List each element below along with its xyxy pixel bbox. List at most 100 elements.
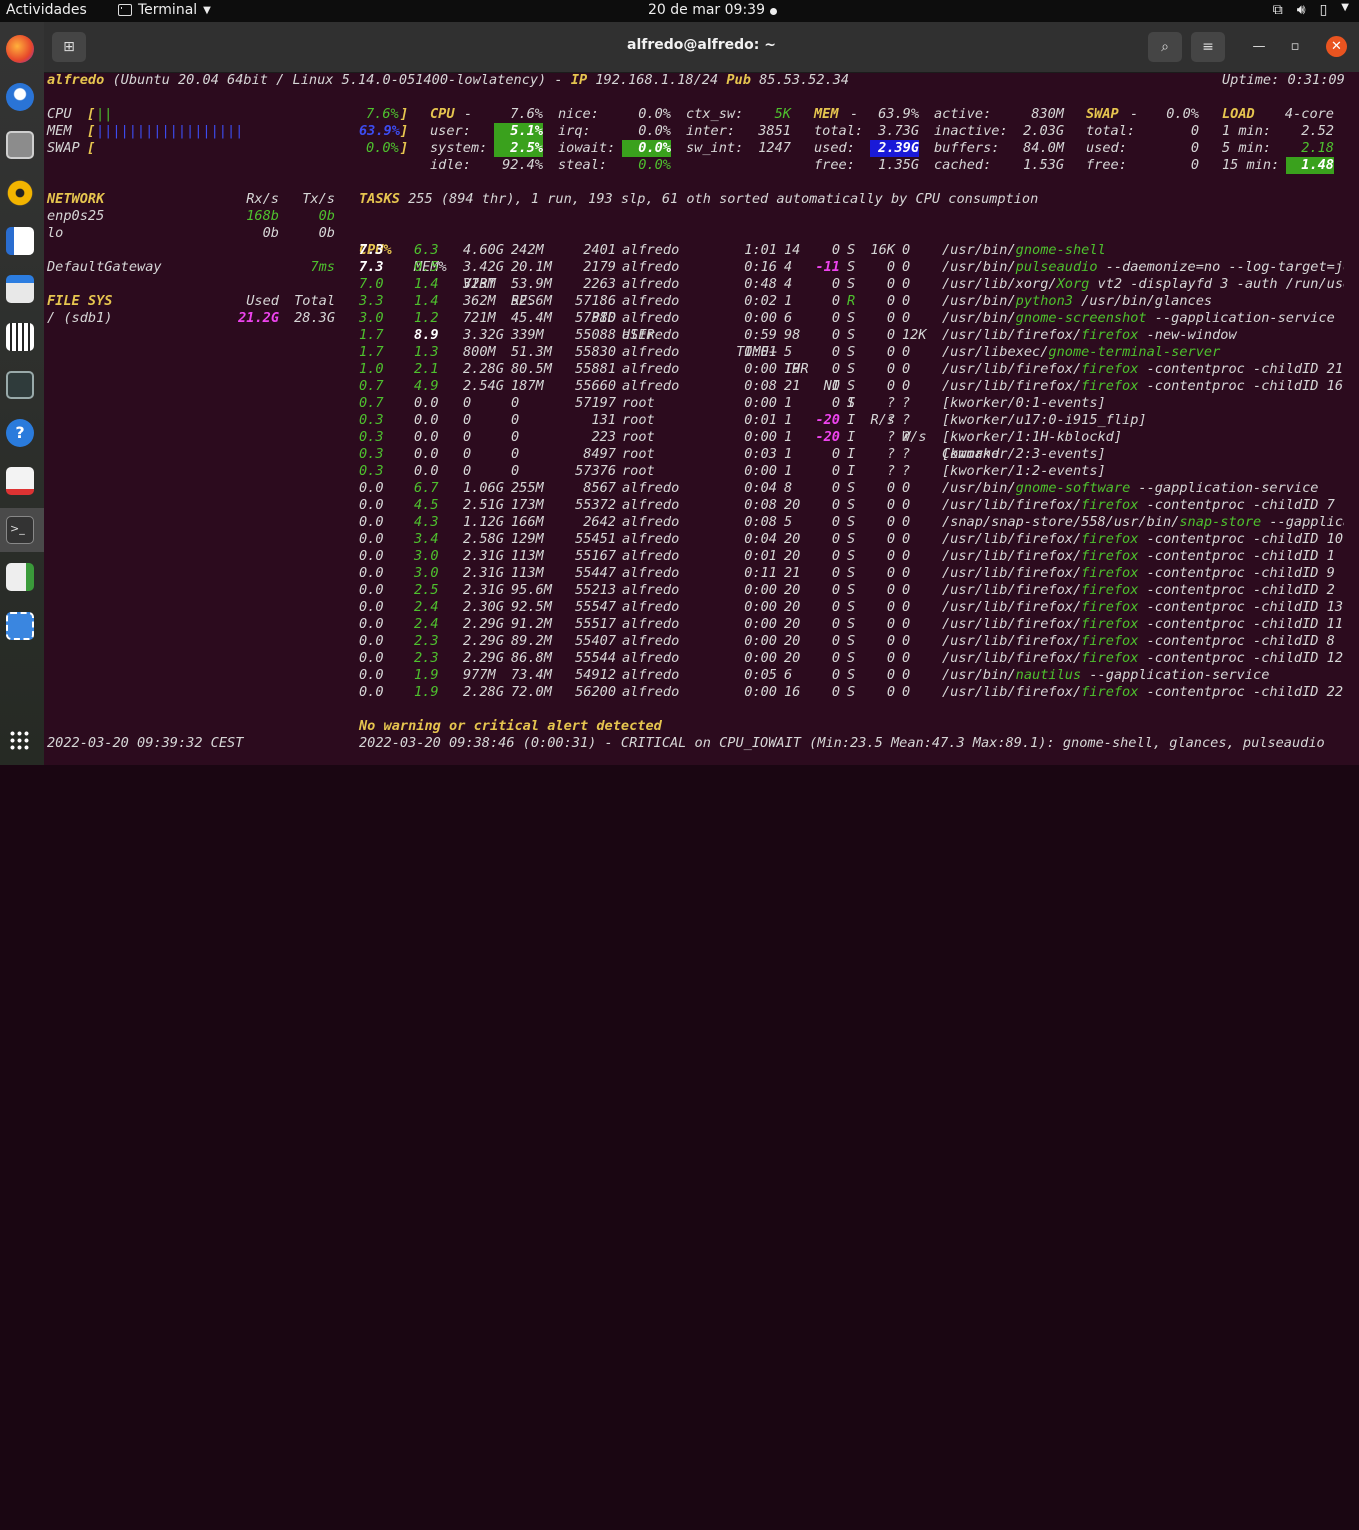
process-command: /usr/lib/firefox/firefox -contentproc -c… — [942, 497, 1344, 514]
files-icon[interactable] — [6, 131, 34, 159]
process-thr: 20 — [784, 650, 801, 666]
process-ni: 0 — [831, 599, 840, 615]
process-res: 173M — [511, 497, 544, 513]
scrollbar[interactable] — [1344, 72, 1359, 765]
file-transfer-icon[interactable] — [6, 563, 34, 591]
process-row[interactable]: 0.0 3.4 2.58G 129M 55451 alfredo 0:04 20 0 S 0 0/us… — [44, 531, 1344, 548]
process-row[interactable]: 0.0 2.4 2.30G 92.5M 55547 alfredo 0:00 20 0 S 0 0/u… — [44, 599, 1344, 616]
process-rs: 0 — [886, 259, 895, 275]
process-time: 0:00 — [744, 616, 777, 632]
screenshot-icon[interactable] — [6, 612, 34, 640]
process-header: CPU% MEM% VIRT RES PID USER TIME+ THR NI… — [44, 225, 1359, 462]
search-button[interactable]: ⌕ — [1148, 32, 1182, 62]
cpu-idle-label: idle: — [430, 157, 471, 173]
process-row[interactable]: 0.0 2.3 2.29G 86.8M 55544 alfredo 0:00 20 0 S 0 0/u… — [44, 650, 1344, 667]
process-command-args: -contentproc -childID 7 - — [1138, 497, 1344, 513]
process-rs: ? — [886, 463, 895, 479]
process-row[interactable]: 7.3 6.3 4.60G 242M 2401 alfredo 1:01 14 0 S 16K 0/u… — [44, 242, 1344, 259]
thunderbird-icon[interactable] — [6, 83, 34, 111]
process-row[interactable]: 0.3 0.0 0 0 223 root 0:00 1 -20 I?? [kworker/1:1H-… — [44, 429, 1344, 446]
text-editor-icon[interactable] — [6, 467, 34, 495]
app-grid-icon[interactable] — [9, 730, 29, 750]
cpu-bar-close: ] — [400, 106, 409, 122]
process-row[interactable]: 0.7 0.0 0 0 57197 root 0:00 1 0 I?? [kworker/0:1-e… — [44, 395, 1344, 412]
process-thr: 20 — [784, 599, 801, 615]
mem-bar-pct: 63.9% — [359, 123, 400, 139]
app-menu[interactable]: Terminal ▼ — [118, 2, 211, 18]
process-ni: 0 — [831, 548, 840, 564]
activities-button[interactable]: Actividades — [6, 2, 87, 18]
process-row[interactable]: 0.0 3.0 2.31G 113M 55167 alfredo 0:01 20 0 S 0 0/us… — [44, 548, 1344, 565]
process-command-path: /usr/lib/firefox/ — [942, 565, 1082, 581]
firefox-icon[interactable] — [6, 35, 34, 63]
process-command-path: [kworker/2:3-events] — [942, 446, 1106, 462]
process-user: alfredo — [622, 293, 680, 309]
maximize-button[interactable]: ▫ — [1285, 37, 1305, 57]
process-row[interactable]: 1.0 2.1 2.28G 80.5M 55881 alfredo 0:00 19 0 S 0 0/u… — [44, 361, 1344, 378]
process-row[interactable]: 3.3 1.4 362M 52.6M 57186 alfredo 0:02 1 0 R 0 0/usr… — [44, 293, 1344, 310]
process-mem: 1.4 — [414, 276, 439, 292]
close-button[interactable]: ✕ — [1326, 36, 1347, 57]
process-thr: 20 — [784, 497, 801, 513]
process-row[interactable]: 0.0 2.4 2.29G 91.2M 55517 alfredo 0:00 20 0 S 0 0/u… — [44, 616, 1344, 633]
system-tray[interactable]: ⧉ 🔊︎ ▯ ▼ — [1273, 2, 1349, 18]
help-icon[interactable]: ? — [6, 419, 34, 447]
inter-label: inter: — [686, 123, 736, 139]
process-time: 0:16 — [744, 259, 777, 275]
process-row[interactable]: 0.0 1.9 977M 73.4M 54912 alfredo 0:05 6 0 S 0 0/usr… — [44, 667, 1344, 684]
process-row[interactable]: 0.3 0.0 0 0 131 root 0:01 1 -20 I?? [kworker/u17:0… — [44, 412, 1344, 429]
process-res: 95.6M — [511, 582, 552, 598]
cpu-steal-value: 0.0% — [638, 157, 671, 173]
process-command-args: -contentproc -childID 13 — [1138, 599, 1344, 615]
process-row[interactable]: 0.0 2.3 2.29G 89.2M 55407 alfredo 0:00 20 0 S 0 0/u… — [44, 633, 1344, 650]
process-row[interactable]: 0.0 1.9 2.28G 72.0M 56200 alfredo 0:00 16 0 S 0 0/u… — [44, 684, 1344, 701]
process-user: alfredo — [622, 565, 680, 581]
minimize-button[interactable]: — — [1249, 37, 1269, 57]
process-ws: ? — [902, 395, 911, 411]
process-row[interactable]: 7.3 0.5 3.42G 20.1M 2179 alfredo 0:16 4 -11 S 0 0/u… — [44, 259, 1344, 276]
network-rx-header: Rx/s — [246, 191, 279, 207]
process-row[interactable]: 7.0 1.4 323M 53.9M 2263 alfredo 0:48 4 0 S 0 0/usr/… — [44, 276, 1344, 293]
process-row[interactable]: 1.7 8.9 3.32G 339M 55088 alfredo 0:59 98 0 S 0 12K /… — [44, 327, 1344, 344]
process-row[interactable]: 0.0 4.5 2.51G 173M 55372 alfredo 0:08 20 0 S 0 0/us… — [44, 497, 1344, 514]
uptime: Uptime: 0:31:09 — [1222, 72, 1345, 88]
process-command-path: /usr/lib/firefox/ — [942, 378, 1082, 394]
process-row[interactable]: 0.7 4.9 2.54G 187M 55660 alfredo 0:08 21 0 S 0 0/us… — [44, 378, 1344, 395]
terminal-content[interactable]: alfredo (Ubuntu 20.04 64bit / Linux 5.14… — [44, 72, 1359, 765]
process-row[interactable]: 0.0 3.0 2.31G 113M 55447 alfredo 0:11 21 0 S 0 0/us… — [44, 565, 1344, 582]
app-menu-label: Terminal — [138, 2, 198, 18]
process-row[interactable]: 0.3 0.0 0 0 8497 root 0:03 1 0 I?? [kworker/2:3-ev… — [44, 446, 1344, 463]
process-command-args: --gapplication-service — [1146, 310, 1335, 326]
network-tx-header: Tx/s — [302, 191, 335, 207]
keyboard-app-icon[interactable] — [6, 323, 34, 351]
system-monitor-icon[interactable] — [6, 371, 34, 399]
process-row[interactable]: 0.3 0.0 0 0 57376 root 0:00 1 0 I?? [kworker/1:2-e… — [44, 463, 1344, 480]
terminal-icon-active[interactable]: >_ — [0, 508, 44, 552]
process-user: alfredo — [622, 531, 680, 547]
process-pid: 55213 — [575, 582, 616, 598]
process-row[interactable]: 0.0 6.7 1.06G 255M 8567 alfredo 0:04 8 0 S 0 0/usr/… — [44, 480, 1344, 497]
rhythmbox-icon[interactable] — [6, 179, 34, 207]
process-row[interactable]: 1.7 1.3 800M 51.3M 55830 alfredo 0:01 5 0 S 0 0/usr… — [44, 344, 1344, 361]
process-cpu: 0.3 — [359, 429, 384, 445]
process-thr: 4 — [784, 276, 793, 292]
process-command-name: firefox — [1081, 361, 1139, 377]
process-row[interactable]: 3.0 1.2 721M 45.4M 57380 alfredo 0:00 6 0 S 0 0/usr… — [44, 310, 1344, 327]
software-icon[interactable] — [6, 275, 34, 303]
mem-bar-close: ] — [400, 123, 409, 139]
process-cpu: 0.0 — [359, 667, 384, 683]
process-row[interactable]: 0.0 4.3 1.12G 166M 2642 alfredo 0:08 5 0 S 0 0/snap… — [44, 514, 1344, 531]
process-command-name: gnome-shell — [1015, 242, 1106, 258]
writer-icon[interactable] — [6, 227, 34, 255]
inter-value: 3851 — [758, 123, 791, 139]
process-virt: 2.31G — [463, 582, 504, 598]
clock[interactable]: 20 de mar 09:39 — [648, 2, 765, 18]
process-row[interactable]: 0.0 2.5 2.31G 95.6M 55213 alfredo 0:00 20 0 S 0 0/u… — [44, 582, 1344, 599]
process-user: alfredo — [622, 242, 680, 258]
process-command: /usr/bin/gnome-screenshot --gapplication… — [942, 310, 1335, 327]
menu-button[interactable]: ≡ — [1191, 32, 1225, 62]
process-time: 0:08 — [744, 514, 777, 530]
process-cpu: 1.0 — [359, 361, 384, 377]
process-mem: 2.5 — [414, 582, 439, 598]
process-res: 339M — [511, 327, 544, 343]
